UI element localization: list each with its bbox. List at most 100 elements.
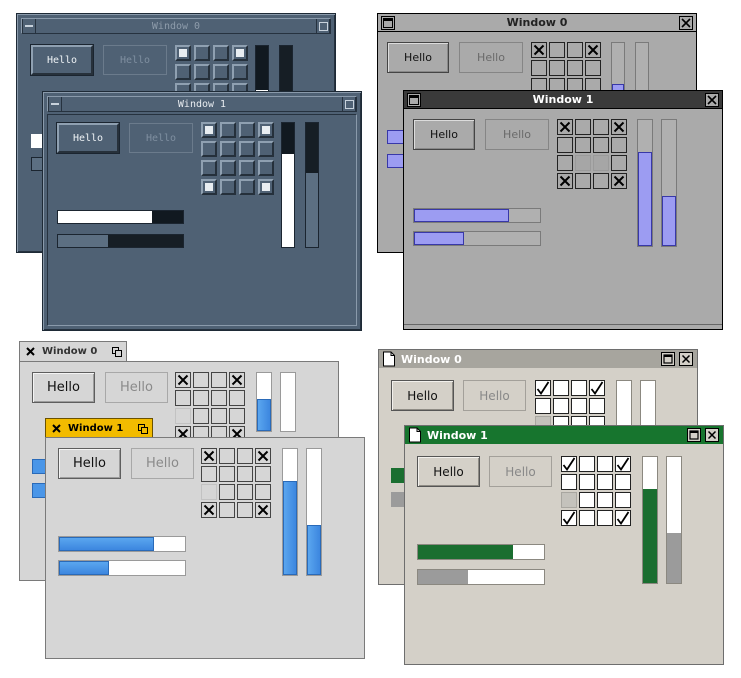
close-icon[interactable] [25, 347, 35, 357]
maximize-icon[interactable] [687, 428, 701, 442]
grid-checkbox[interactable] [557, 119, 573, 135]
grid-checkbox[interactable] [201, 122, 217, 138]
grid-checkbox[interactable] [213, 45, 229, 61]
grid-checkbox[interactable] [589, 380, 605, 396]
grid-checkbox[interactable] [557, 137, 573, 153]
maximize-icon[interactable] [661, 352, 675, 366]
grid-checkbox[interactable] [213, 64, 229, 80]
grid-checkbox[interactable] [535, 398, 551, 414]
light-window-0-tab[interactable]: Window 0 [19, 341, 127, 361]
grid-checkbox[interactable] [219, 484, 235, 500]
gray-window-0-titlebar[interactable]: Window 0 [378, 14, 696, 32]
grid-checkbox[interactable] [589, 398, 605, 414]
grid-checkbox[interactable] [232, 64, 248, 80]
hello-button[interactable]: Hello [391, 380, 454, 411]
grid-checkbox[interactable] [220, 141, 236, 157]
grid-checkbox[interactable] [193, 372, 209, 388]
close-icon[interactable] [679, 15, 693, 30]
grid-checkbox[interactable] [237, 484, 253, 500]
window-menu-icon[interactable] [381, 15, 395, 30]
grid-checkbox[interactable] [255, 502, 271, 518]
grid-checkbox[interactable] [239, 141, 255, 157]
maximize-icon[interactable] [342, 97, 356, 111]
close-icon[interactable] [705, 92, 719, 107]
hello-button[interactable]: Hello [413, 119, 475, 150]
grid-checkbox[interactable] [567, 60, 583, 76]
grid-checkbox[interactable] [615, 492, 631, 508]
grid-checkbox[interactable] [255, 466, 271, 482]
close-icon[interactable] [705, 428, 719, 442]
grid-checkbox[interactable] [175, 64, 191, 80]
grid-checkbox[interactable] [615, 456, 631, 472]
grid-checkbox[interactable] [175, 390, 191, 406]
hello-button[interactable]: Hello [417, 456, 480, 487]
grid-checkbox[interactable] [258, 179, 274, 195]
grid-checkbox[interactable] [549, 60, 565, 76]
grid-checkbox[interactable] [571, 398, 587, 414]
grid-checkbox[interactable] [255, 484, 271, 500]
grid-checkbox[interactable] [175, 372, 191, 388]
close-icon[interactable] [679, 352, 693, 366]
grid-checkbox[interactable] [194, 64, 210, 80]
grid-checkbox[interactable] [611, 173, 627, 189]
close-icon[interactable] [51, 424, 61, 434]
grid-checkbox[interactable] [229, 390, 245, 406]
grid-checkbox[interactable] [597, 456, 613, 472]
grid-checkbox[interactable] [201, 502, 217, 518]
hello-button[interactable]: Hello [58, 448, 121, 479]
grid-checkbox[interactable] [579, 492, 595, 508]
grid-checkbox[interactable] [258, 160, 274, 176]
grid-checkbox[interactable] [220, 122, 236, 138]
light-window-1-tab[interactable]: Window 1 [45, 418, 153, 438]
window-menu-icon[interactable] [22, 19, 36, 33]
grid-checkbox[interactable] [553, 398, 569, 414]
grid-checkbox[interactable] [561, 492, 577, 508]
grid-checkbox[interactable] [201, 179, 217, 195]
grid-checkbox[interactable] [229, 372, 245, 388]
grid-checkbox[interactable] [611, 155, 627, 171]
grid-checkbox[interactable] [219, 448, 235, 464]
grid-checkbox[interactable] [561, 510, 577, 526]
maximize-icon[interactable] [112, 346, 122, 357]
grid-checkbox[interactable] [535, 380, 551, 396]
hello-button[interactable]: Hello [57, 123, 119, 153]
grid-checkbox[interactable] [201, 160, 217, 176]
hello-button[interactable]: Hello [31, 45, 93, 75]
grid-checkbox[interactable] [585, 42, 601, 58]
beige-window-0-titlebar[interactable]: Window 0 [379, 350, 697, 368]
slate-window-1-titlebar[interactable]: Window 1 [47, 96, 357, 112]
grid-checkbox[interactable] [175, 408, 191, 424]
grid-checkbox[interactable] [237, 466, 253, 482]
grid-checkbox[interactable] [201, 448, 217, 464]
grid-checkbox[interactable] [239, 160, 255, 176]
grid-checkbox[interactable] [597, 492, 613, 508]
beige-window-1-titlebar[interactable]: Window 1 [405, 426, 723, 444]
grid-checkbox[interactable] [571, 380, 587, 396]
grid-checkbox[interactable] [531, 42, 547, 58]
grid-checkbox[interactable] [575, 155, 591, 171]
grid-checkbox[interactable] [237, 502, 253, 518]
window-menu-icon[interactable] [407, 92, 421, 107]
grid-checkbox[interactable] [561, 474, 577, 490]
grid-checkbox[interactable] [549, 42, 565, 58]
gray-window-1-titlebar[interactable]: Window 1 [404, 91, 722, 109]
grid-checkbox[interactable] [232, 45, 248, 61]
grid-checkbox[interactable] [615, 510, 631, 526]
grid-checkbox[interactable] [201, 141, 217, 157]
grid-checkbox[interactable] [258, 122, 274, 138]
grid-checkbox[interactable] [593, 119, 609, 135]
slate-window-0-titlebar[interactable]: Window 0 [21, 18, 331, 34]
grid-checkbox[interactable] [201, 466, 217, 482]
grid-checkbox[interactable] [575, 173, 591, 189]
grid-checkbox[interactable] [593, 155, 609, 171]
grid-checkbox[interactable] [575, 119, 591, 135]
grid-checkbox[interactable] [561, 456, 577, 472]
grid-checkbox[interactable] [193, 408, 209, 424]
window-menu-icon[interactable] [48, 97, 62, 111]
hello-button[interactable]: Hello [32, 372, 95, 403]
grid-checkbox[interactable] [553, 380, 569, 396]
hello-button[interactable]: Hello [387, 42, 449, 73]
maximize-icon[interactable] [138, 423, 148, 434]
grid-checkbox[interactable] [239, 122, 255, 138]
grid-checkbox[interactable] [597, 510, 613, 526]
